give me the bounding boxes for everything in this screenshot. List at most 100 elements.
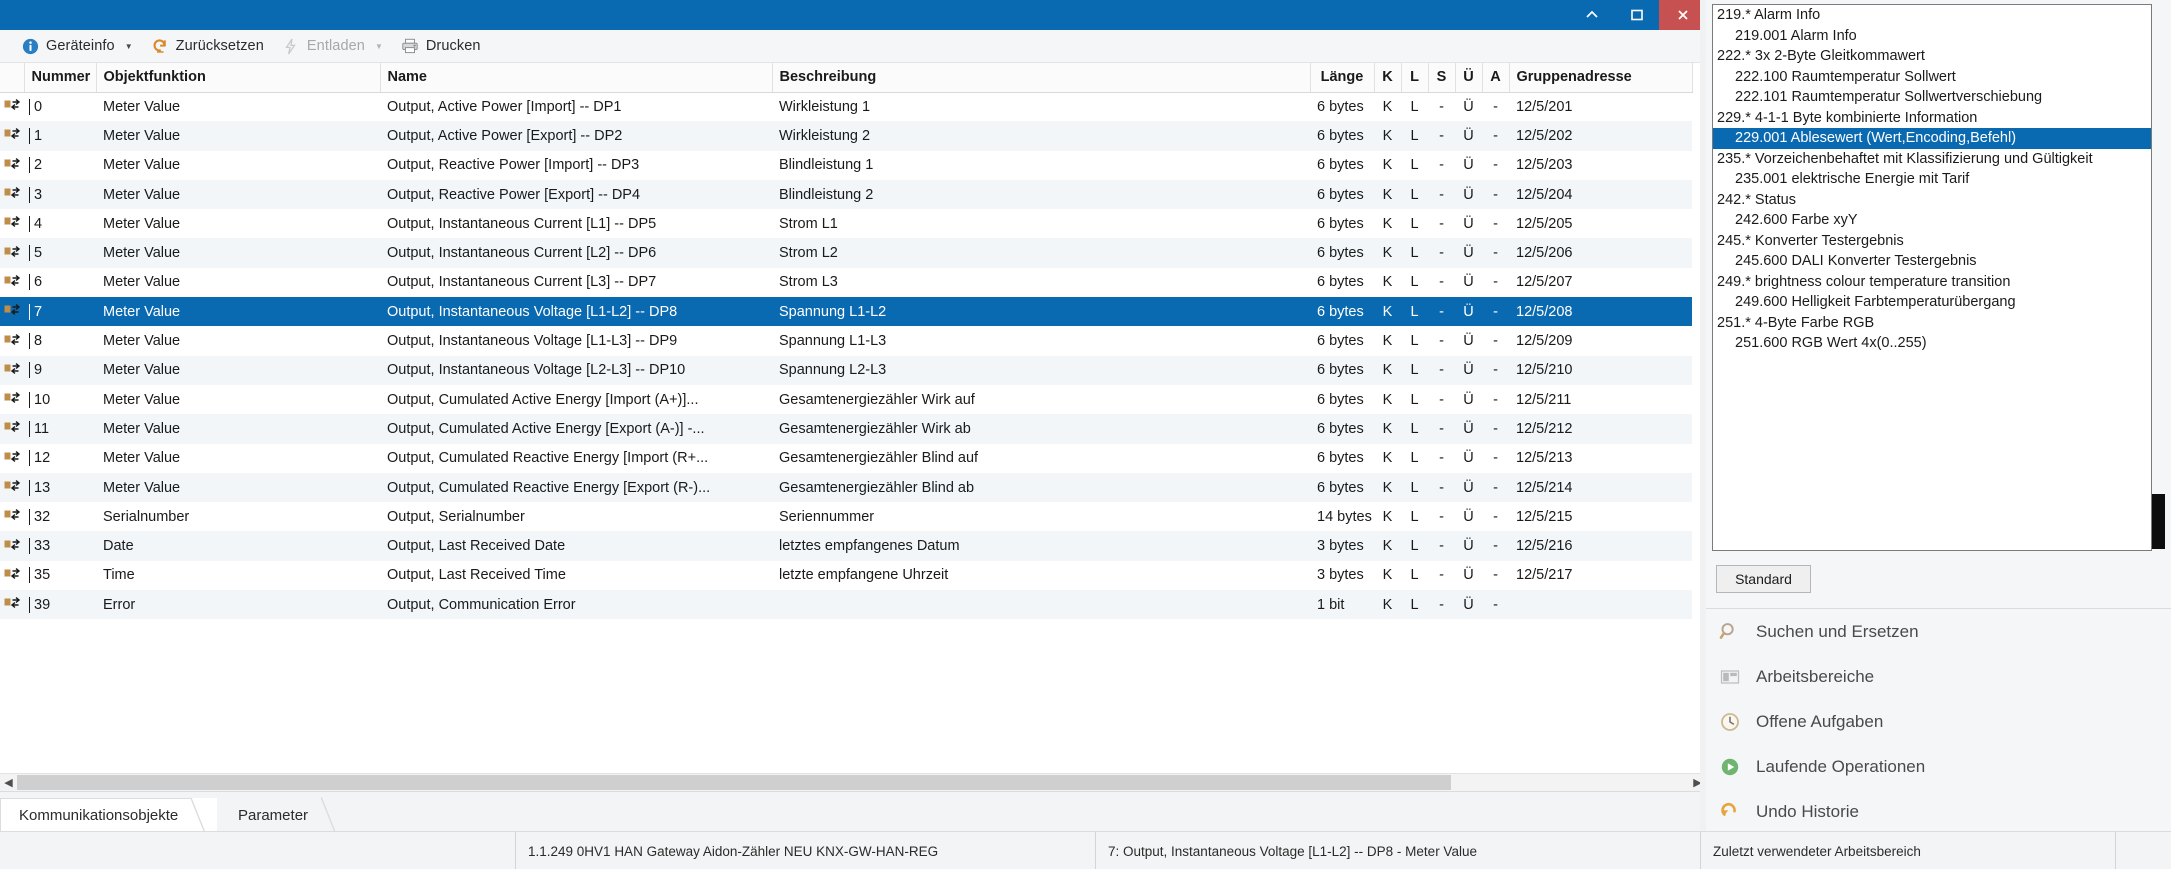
scrollbar-track[interactable] [17,774,1689,791]
panel-item-offene-aufgaben[interactable]: Offene Aufgaben [1706,699,2171,744]
cell-k: K [1374,414,1401,444]
col-header-gruppenadresse[interactable]: Gruppenadresse [1509,63,1693,93]
cell-name: Output, Cumulated Active Energy [Export … [380,414,772,444]
cell-k: K [1382,333,1393,350]
col-header-u[interactable]: Ü [1455,63,1483,93]
cell-laenge: 3 bytes [1317,567,1364,584]
cell-objektfunktion: Serialnumber [103,508,190,525]
dpt-scrollbar-track[interactable] [2152,4,2165,551]
table-row[interactable]: 7 Meter Value Output, Instantaneous Voltag… [0,297,1692,327]
col-header-s[interactable]: S [1428,63,1456,93]
dpt-list-item[interactable]: 219.* Alarm Info [1713,5,2151,26]
panel-item-laufende-operationen[interactable]: Laufende Operationen [1706,744,2171,789]
dpt-list-item[interactable]: 251.* 4-Byte Farbe RGB [1713,313,2151,334]
cell-laenge: 1 bit [1310,590,1374,620]
row-object-icon [0,472,24,503]
table-row[interactable]: 4 Meter Value Output, Instantaneous Curren… [0,209,1692,238]
dpt-list-item[interactable]: 222.* 3x 2-Byte Gleitkommawert [1713,46,2151,67]
table-row[interactable]: 10 Meter Value Output, Cumulated Active En… [0,385,1692,414]
toolbar-item-geraeteinfo[interactable]: Geräteinfo ▼ [12,30,142,63]
minimize-ribbon-icon[interactable] [1569,0,1614,30]
table-row[interactable]: 0 Meter Value Output, Active Power [Import… [0,92,1692,121]
col-header-objektfunktion[interactable]: Objektfunktion [96,63,381,93]
col-header-icon[interactable] [0,63,25,93]
cell-a: - [1482,590,1509,620]
tab-parameter[interactable]: Parameter [220,797,336,832]
dpt-list-item[interactable]: 235.001 elektrische Energie mit Tarif [1713,169,2151,190]
table-row[interactable]: 39 Error Output, Communication Error 1 bit K… [0,590,1692,620]
dpt-list-item[interactable]: 245.* Konverter Testergebnis [1713,231,2151,252]
cell-l: L [1410,333,1419,350]
col-header-name[interactable]: Name [380,63,773,93]
toolbar-item-entladen[interactable]: Entladen ▼ [273,30,392,63]
table-row[interactable]: 32 Serialnumber Output, Serialnumber Serien… [0,502,1692,531]
col-header-laenge[interactable]: Länge [1310,63,1375,93]
cell-nummer: 7 [24,297,96,327]
scrollbar-thumb[interactable] [17,775,1451,790]
table-row[interactable]: 9 Meter Value Output, Instantaneous Voltag… [0,355,1692,385]
panel-item-undo-historie[interactable]: Undo Historie [1706,789,2171,834]
cell-objektfunktion: Time [103,567,135,584]
col-header-nummer[interactable]: Nummer [24,63,97,93]
tab-kommunikationsobjekte[interactable]: Kommunikationsobjekte [0,798,218,833]
dpt-list-item[interactable]: 249.* brightness colour temperature tran… [1713,272,2151,293]
panel-item-label: Suchen und Ersetzen [1756,621,1919,641]
datapoint-type-list[interactable]: 219.* Alarm Info 219.001 Alarm Info 222.* … [1712,4,2152,551]
table-row[interactable]: 35 Time Output, Last Received Time letzte e… [0,561,1692,590]
cell-u: Ü [1455,414,1482,444]
row-object-icon [0,444,24,473]
table-row[interactable]: 2 Meter Value Output, Reactive Power [Impo… [0,151,1692,180]
dpt-list-item[interactable]: 219.001 Alarm Info [1713,26,2151,47]
cell-s: - [1439,391,1444,408]
cell-u: Ü [1463,333,1474,350]
cell-gruppenadresse: 12/5/209 [1516,333,1573,350]
cell-name: Output, Reactive Power [Export] -- DP4 [380,179,772,210]
close-icon[interactable] [1659,0,1706,30]
col-header-l[interactable]: L [1401,63,1429,93]
row-object-icon [0,561,24,590]
dpt-list-item[interactable]: 245.600 DALI Konverter Testergebnis [1713,251,2151,272]
toolbar-item-drucken[interactable]: Drucken [392,30,490,63]
panel-item-arbeitsbereiche[interactable]: Arbeitsbereiche [1706,654,2171,699]
table-row[interactable]: 8 Meter Value Output, Instantaneous Voltag… [0,326,1692,355]
cell-u: Ü [1455,355,1482,385]
table-row[interactable]: 11 Meter Value Output, Cumulated Active En… [0,414,1692,444]
table-row[interactable]: 3 Meter Value Output, Reactive Power [Expo… [0,179,1692,210]
lightning-icon [282,37,300,55]
cell-beschreibung: letzte empfangene Uhrzeit [779,567,949,584]
scroll-left-icon[interactable]: ◀ [0,774,17,791]
dpt-list-item[interactable]: 242.* Status [1713,190,2151,211]
toolbar-item-label: Geräteinfo [46,38,115,54]
standard-button[interactable]: Standard [1716,565,1811,593]
col-header-beschreibung[interactable]: Beschreibung [772,63,1311,93]
cell-l: L [1410,508,1419,525]
table-row[interactable]: 1 Meter Value Output, Active Power [Export… [0,121,1692,151]
dpt-list-item[interactable]: 229.001 Ablesewert (Wert,Encoding,Befehl… [1713,128,2151,149]
dpt-list-item[interactable]: 251.600 RGB Wert 4x(0..255) [1713,333,2151,354]
dpt-list-item[interactable]: 222.101 Raumtemperatur Sollwertverschieb… [1713,87,2151,108]
panel-item-suchen-und-ersetzen[interactable]: Suchen und Ersetzen [1706,609,2171,654]
dpt-list-item[interactable]: 249.600 Helligkeit Farbtemperaturübergan… [1713,292,2151,313]
col-header-a[interactable]: A [1482,63,1510,93]
table-row[interactable]: 5 Meter Value Output, Instantaneous Curren… [0,238,1692,268]
dpt-list-item[interactable]: 235.* Vorzeichenbehaftet mit Klassifizie… [1713,149,2151,170]
cell-name: Output, Instantaneous Current [L2] -- DP… [380,238,772,268]
toolbar-item-zuruecksetzen[interactable]: Zurücksetzen [142,30,273,63]
right-panel: 219.* Alarm Info 219.001 Alarm Info 222.* … [1706,0,2171,831]
row-object-icon [0,179,24,210]
cell-objektfunktion: Meter Value [96,297,380,327]
table-row[interactable]: 6 Meter Value Output, Instantaneous Curren… [0,268,1692,297]
tab-skew-edge [321,797,336,832]
col-header-k[interactable]: K [1374,63,1402,93]
row-object-icon [0,92,24,121]
cell-gruppenadresse: 12/5/201 [1516,98,1573,115]
table-row[interactable]: 33 Date Output, Last Received Date letztes … [0,531,1692,561]
dpt-scrollbar-thumb[interactable] [2152,494,2165,549]
table-row[interactable]: 13 Meter Value Output, Cumulated Reactive … [0,472,1692,503]
horizontal-scrollbar[interactable]: ◀ ▶ [0,773,1706,791]
table-row[interactable]: 12 Meter Value Output, Cumulated Reactive … [0,444,1692,473]
dpt-list-item[interactable]: 222.100 Raumtemperatur Sollwert [1713,67,2151,88]
restore-icon[interactable] [1614,0,1659,30]
dpt-list-item[interactable]: 242.600 Farbe xyY [1713,210,2151,231]
dpt-list-item[interactable]: 229.* 4-1-1 Byte kombinierte Information [1713,108,2151,129]
